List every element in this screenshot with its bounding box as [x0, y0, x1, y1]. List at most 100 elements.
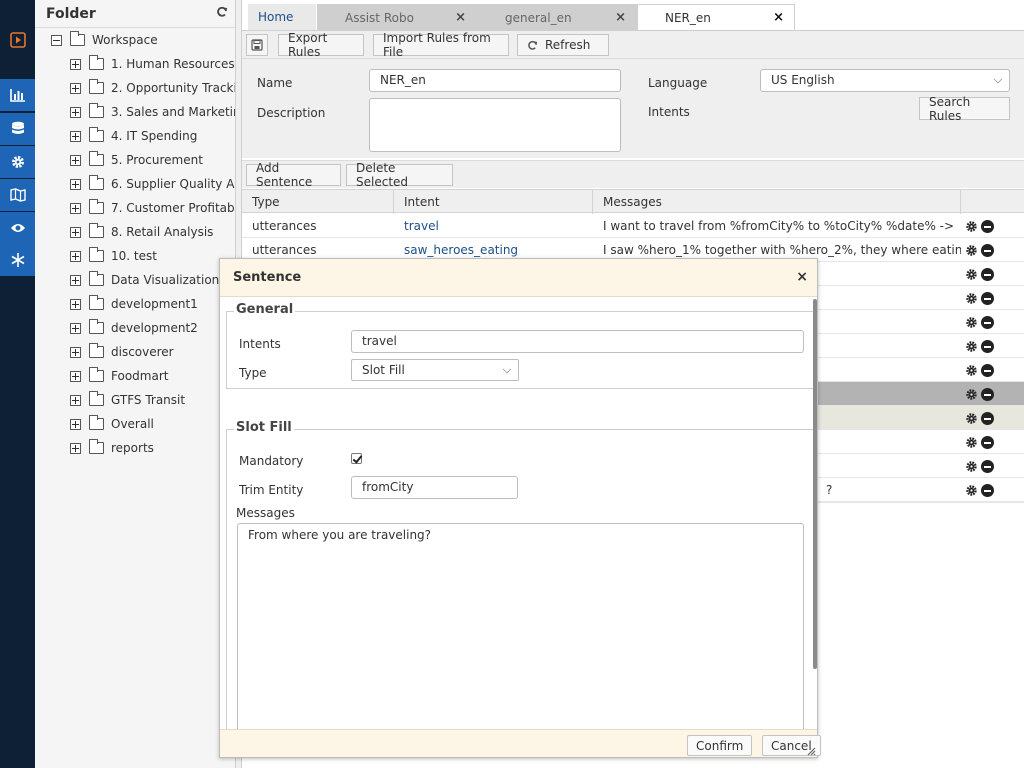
messages-textarea[interactable]: From where you are traveling? — [237, 523, 804, 733]
close-icon[interactable]: × — [796, 269, 808, 285]
play-icon[interactable] — [0, 24, 35, 56]
trim-entity-input[interactable]: fromCity — [351, 476, 518, 499]
gear-icon[interactable] — [965, 412, 978, 425]
tree-item[interactable]: 7. Customer Profitability — [70, 196, 235, 220]
remove-icon[interactable] — [981, 387, 994, 401]
tree-item[interactable]: reports — [70, 436, 154, 460]
tab-assist-robo[interactable]: Assist Robo × — [317, 4, 477, 30]
gear-icon[interactable] — [965, 316, 978, 329]
expand-icon[interactable] — [70, 298, 81, 310]
close-icon[interactable]: × — [455, 10, 466, 25]
language-select[interactable]: US English — [760, 69, 1010, 92]
expand-icon[interactable] — [70, 130, 81, 142]
tree-item[interactable]: 1. Human Resources Rep — [70, 52, 235, 76]
bar-chart-icon[interactable] — [0, 79, 35, 111]
remove-icon[interactable] — [981, 315, 994, 329]
tab-general-en[interactable]: general_en × — [477, 4, 637, 30]
gear-icon[interactable] — [0, 146, 35, 178]
tab-home[interactable]: Home — [248, 4, 316, 30]
tree-label: 5. Procurement — [111, 153, 203, 167]
column-messages[interactable]: Messages — [593, 190, 961, 214]
refresh-button[interactable]: Refresh — [517, 34, 609, 56]
tree-item[interactable]: 6. Supplier Quality Analy — [70, 172, 235, 196]
expand-icon[interactable] — [70, 346, 81, 358]
expand-icon[interactable] — [70, 154, 81, 166]
gear-icon[interactable] — [965, 460, 978, 473]
expand-icon[interactable] — [70, 274, 81, 286]
tree-item[interactable]: Overall — [70, 412, 154, 436]
remove-icon[interactable] — [981, 339, 994, 353]
snowflake-icon[interactable] — [0, 244, 35, 276]
mandatory-checkbox[interactable] — [351, 453, 362, 464]
search-rules-button[interactable]: Search Rules — [919, 95, 1010, 123]
remove-icon[interactable] — [981, 243, 994, 257]
expand-icon[interactable] — [70, 82, 81, 94]
close-icon[interactable]: × — [615, 10, 626, 25]
gear-icon[interactable] — [965, 268, 978, 281]
name-input[interactable]: NER_en — [369, 69, 621, 92]
collapse-icon[interactable] — [51, 34, 62, 46]
column-intent[interactable]: Intent — [394, 190, 593, 214]
gear-icon[interactable] — [965, 364, 978, 377]
gear-icon[interactable] — [965, 388, 978, 401]
gear-icon[interactable] — [965, 220, 978, 233]
export-rules-button[interactable]: Export Rules — [278, 31, 364, 59]
tree-item[interactable]: discoverer — [70, 340, 174, 364]
expand-icon[interactable] — [70, 106, 81, 118]
remove-icon[interactable] — [981, 219, 994, 233]
close-icon[interactable]: × — [773, 10, 784, 25]
tree-item[interactable]: GTFS Transit — [70, 388, 185, 412]
expand-icon[interactable] — [70, 394, 81, 406]
delete-selected-button[interactable]: Delete Selected — [346, 161, 453, 189]
tree-item[interactable]: 3. Sales and Marketing — [70, 100, 235, 124]
tree-item[interactable]: development1 — [70, 292, 198, 316]
expand-icon[interactable] — [70, 250, 81, 262]
expand-icon[interactable] — [70, 370, 81, 382]
remove-icon[interactable] — [981, 435, 994, 449]
gear-icon[interactable] — [965, 484, 978, 497]
row-intent[interactable]: travel — [394, 214, 593, 238]
expand-icon[interactable] — [70, 226, 81, 238]
tree-item[interactable]: development2 — [70, 316, 198, 340]
refresh-icon[interactable] — [216, 6, 228, 21]
expand-icon[interactable] — [70, 58, 81, 70]
expand-icon[interactable] — [70, 202, 81, 214]
remove-icon[interactable] — [981, 411, 994, 425]
expand-icon[interactable] — [70, 418, 81, 430]
remove-icon[interactable] — [981, 483, 994, 497]
type-select[interactable]: Slot Fill — [351, 359, 519, 381]
remove-icon[interactable] — [981, 267, 994, 281]
save-icon[interactable] — [246, 34, 268, 56]
import-rules-button[interactable]: Import Rules from File — [373, 31, 509, 59]
gear-icon[interactable] — [965, 244, 978, 257]
tree-root-workspace[interactable]: Workspace — [51, 28, 158, 52]
expand-icon[interactable] — [70, 178, 81, 190]
dialog-scrollbar[interactable] — [813, 299, 817, 669]
remove-icon[interactable] — [981, 363, 994, 377]
tree-item[interactable]: Foodmart — [70, 364, 168, 388]
tree-item[interactable]: 5. Procurement — [70, 148, 203, 172]
tab-ner-en[interactable]: NER_en × — [637, 4, 795, 30]
eye-icon[interactable] — [0, 212, 35, 244]
table-row[interactable]: utterances travel I want to travel from … — [242, 214, 1024, 238]
column-type[interactable]: Type — [242, 190, 394, 214]
confirm-button[interactable]: Confirm — [687, 735, 753, 756]
description-input[interactable] — [369, 98, 621, 152]
expand-icon[interactable] — [70, 322, 81, 334]
expand-icon[interactable] — [70, 442, 81, 454]
remove-icon[interactable] — [981, 459, 994, 473]
database-icon[interactable] — [0, 113, 35, 145]
tree-item[interactable]: 8. Retail Analysis — [70, 220, 213, 244]
resize-handle-icon[interactable] — [806, 746, 816, 756]
gear-icon[interactable] — [965, 340, 978, 353]
remove-icon[interactable] — [981, 291, 994, 305]
intents-input[interactable]: travel — [351, 330, 804, 353]
tree-item[interactable]: 2. Opportunity Tracking — [70, 76, 235, 100]
tree-item[interactable]: Data Visualization — [70, 268, 219, 292]
tree-item[interactable]: 4. IT Spending — [70, 124, 197, 148]
gear-icon[interactable] — [965, 436, 978, 449]
gear-icon[interactable] — [965, 292, 978, 305]
tree-item[interactable]: 10. test — [70, 244, 157, 268]
map-icon[interactable] — [0, 179, 35, 211]
add-sentence-button[interactable]: Add Sentence — [246, 161, 341, 189]
